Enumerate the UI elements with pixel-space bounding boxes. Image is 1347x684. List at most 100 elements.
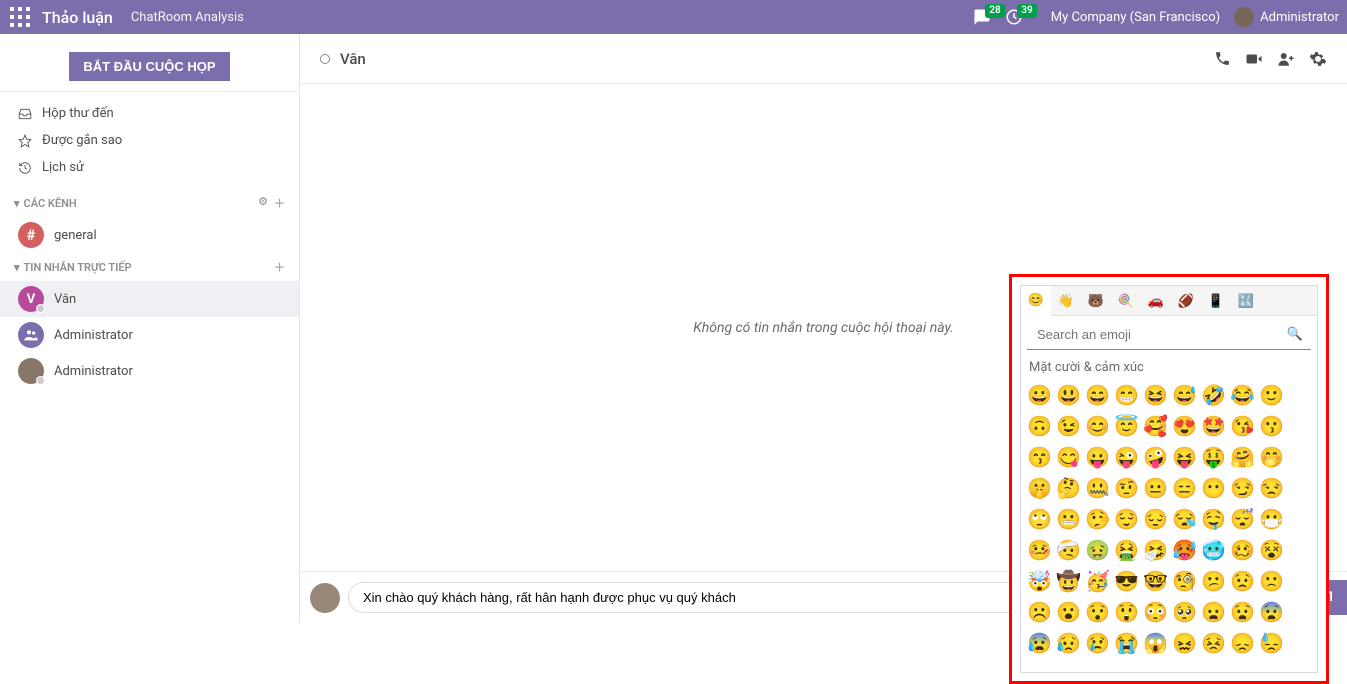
emoji-item[interactable]: 😀	[1027, 383, 1052, 408]
activity-icon[interactable]: 39	[1005, 8, 1023, 26]
emoji-item[interactable]: 🤐	[1085, 476, 1110, 501]
company-selector[interactable]: My Company (San Francisco)	[1051, 10, 1220, 25]
dm-header[interactable]: ▾ TIN NHẮN TRỰC TIẾP ＋	[0, 253, 299, 281]
emoji-tab-activity[interactable]: 🏈	[1171, 286, 1201, 316]
channel-item[interactable]: # general	[0, 217, 299, 253]
emoji-item[interactable]: 😷	[1259, 507, 1284, 532]
emoji-item[interactable]: 🤔	[1056, 476, 1081, 501]
emoji-item[interactable]: 😔	[1143, 507, 1168, 532]
dm-item[interactable]: Administrator	[0, 317, 299, 353]
emoji-item[interactable]: 😎	[1114, 569, 1139, 594]
emoji-item[interactable]: 😍	[1172, 414, 1197, 439]
channels-header[interactable]: ▾ CÁC KÊNH ⚙ ＋	[0, 189, 299, 217]
emoji-item[interactable]: 😓	[1259, 631, 1284, 656]
emoji-item[interactable]: 😬	[1056, 507, 1081, 532]
emoji-item[interactable]: 😁	[1114, 383, 1139, 408]
gear-icon[interactable]: ⚙	[258, 195, 268, 211]
emoji-item[interactable]: 😧	[1230, 600, 1255, 625]
emoji-item[interactable]: 🤣	[1201, 383, 1226, 408]
user-menu[interactable]: Administrator	[1234, 7, 1339, 27]
emoji-tab-nature[interactable]: 🐻	[1081, 286, 1111, 316]
emoji-item[interactable]: 😳	[1143, 600, 1168, 625]
emoji-item[interactable]: 😗	[1259, 414, 1284, 439]
emoji-item[interactable]: 😭	[1114, 631, 1139, 656]
emoji-item[interactable]: 😛	[1085, 445, 1110, 470]
emoji-item[interactable]: 😱	[1143, 631, 1168, 656]
emoji-item[interactable]: 😐	[1143, 476, 1168, 501]
emoji-item[interactable]: 😖	[1172, 631, 1197, 656]
emoji-item[interactable]: 🤭	[1259, 445, 1284, 470]
emoji-item[interactable]: 🤥	[1085, 507, 1110, 532]
emoji-item[interactable]: 🧐	[1172, 569, 1197, 594]
emoji-item[interactable]: 🥶	[1201, 538, 1226, 563]
emoji-item[interactable]: 😌	[1114, 507, 1139, 532]
emoji-item[interactable]: 😯	[1085, 600, 1110, 625]
emoji-item[interactable]: 🥳	[1085, 569, 1110, 594]
emoji-item[interactable]: 😉	[1056, 414, 1081, 439]
call-icon[interactable]	[1214, 50, 1231, 68]
plus-icon[interactable]: ＋	[274, 195, 285, 211]
emoji-tab-smileys[interactable]: 😊	[1021, 286, 1051, 316]
emoji-item[interactable]: 🙃	[1027, 414, 1052, 439]
emoji-item[interactable]: ☹️	[1027, 600, 1052, 625]
emoji-tab-objects[interactable]: 📱	[1201, 286, 1231, 316]
emoji-item[interactable]: 😂	[1230, 383, 1255, 408]
emoji-tab-travel[interactable]: 🚗	[1141, 286, 1171, 316]
breadcrumb[interactable]: ChatRoom Analysis	[131, 10, 244, 25]
emoji-item[interactable]: 🤯	[1027, 569, 1052, 594]
start-meeting-button[interactable]: BẮT ĐẦU CUỘC HỌP	[69, 52, 229, 81]
emoji-item[interactable]: 🤢	[1085, 538, 1110, 563]
emoji-item[interactable]: 😞	[1230, 631, 1255, 656]
emoji-item[interactable]: 😘	[1230, 414, 1255, 439]
emoji-item[interactable]: 🤧	[1143, 538, 1168, 563]
emoji-item[interactable]: 🤤	[1201, 507, 1226, 532]
emoji-search-input[interactable]	[1035, 324, 1287, 345]
emoji-item[interactable]: 🤫	[1027, 476, 1052, 501]
video-icon[interactable]	[1245, 50, 1263, 68]
emoji-item[interactable]: 🤒	[1027, 538, 1052, 563]
emoji-item[interactable]: 🙄	[1027, 507, 1052, 532]
dm-item[interactable]: V Vân	[0, 281, 299, 317]
emoji-tab-food[interactable]: 🍭	[1111, 286, 1141, 316]
emoji-item[interactable]: 😝	[1172, 445, 1197, 470]
emoji-item[interactable]: 🥴	[1230, 538, 1255, 563]
emoji-item[interactable]: 😅	[1172, 383, 1197, 408]
emoji-item[interactable]: 😋	[1056, 445, 1081, 470]
gear-icon[interactable]	[1309, 50, 1327, 68]
emoji-item[interactable]: 😰	[1027, 631, 1052, 656]
search-icon[interactable]: 🔍	[1287, 327, 1303, 342]
sidebar-item-history[interactable]: Lịch sử	[0, 154, 299, 181]
emoji-item[interactable]: 😪	[1172, 507, 1197, 532]
emoji-item[interactable]: 🤮	[1114, 538, 1139, 563]
emoji-tab-people[interactable]: 👋	[1051, 286, 1081, 316]
apps-icon[interactable]	[8, 5, 32, 29]
emoji-item[interactable]: 🙁	[1259, 569, 1284, 594]
emoji-item[interactable]: 🤠	[1056, 569, 1081, 594]
emoji-item[interactable]: 🤩	[1201, 414, 1226, 439]
emoji-item[interactable]: 🥵	[1172, 538, 1197, 563]
emoji-item[interactable]: 😣	[1201, 631, 1226, 656]
emoji-item[interactable]: 😢	[1085, 631, 1110, 656]
emoji-item[interactable]: 🤨	[1114, 476, 1139, 501]
brand-title[interactable]: Thảo luận	[42, 8, 113, 27]
emoji-item[interactable]: 😏	[1230, 476, 1255, 501]
emoji-item[interactable]: 😕	[1201, 569, 1226, 594]
sidebar-item-inbox[interactable]: Hộp thư đến	[0, 100, 299, 127]
emoji-item[interactable]: 😦	[1201, 600, 1226, 625]
emoji-item[interactable]: 😃	[1056, 383, 1081, 408]
emoji-item[interactable]: 😥	[1056, 631, 1081, 656]
emoji-item[interactable]: 🤕	[1056, 538, 1081, 563]
emoji-item[interactable]: 😶	[1201, 476, 1226, 501]
emoji-item[interactable]: 🤑	[1201, 445, 1226, 470]
emoji-tab-symbols[interactable]: 🔣	[1231, 286, 1261, 316]
sidebar-item-starred[interactable]: Được gắn sao	[0, 127, 299, 154]
emoji-item[interactable]: 😟	[1230, 569, 1255, 594]
emoji-item[interactable]: 🤪	[1143, 445, 1168, 470]
emoji-item[interactable]: 😴	[1230, 507, 1255, 532]
emoji-item[interactable]: 😒	[1259, 476, 1284, 501]
emoji-item[interactable]: 😜	[1114, 445, 1139, 470]
emoji-item[interactable]: 😑	[1172, 476, 1197, 501]
emoji-item[interactable]: 😮	[1056, 600, 1081, 625]
emoji-item[interactable]: 😇	[1114, 414, 1139, 439]
emoji-item[interactable]: 🥺	[1172, 600, 1197, 625]
